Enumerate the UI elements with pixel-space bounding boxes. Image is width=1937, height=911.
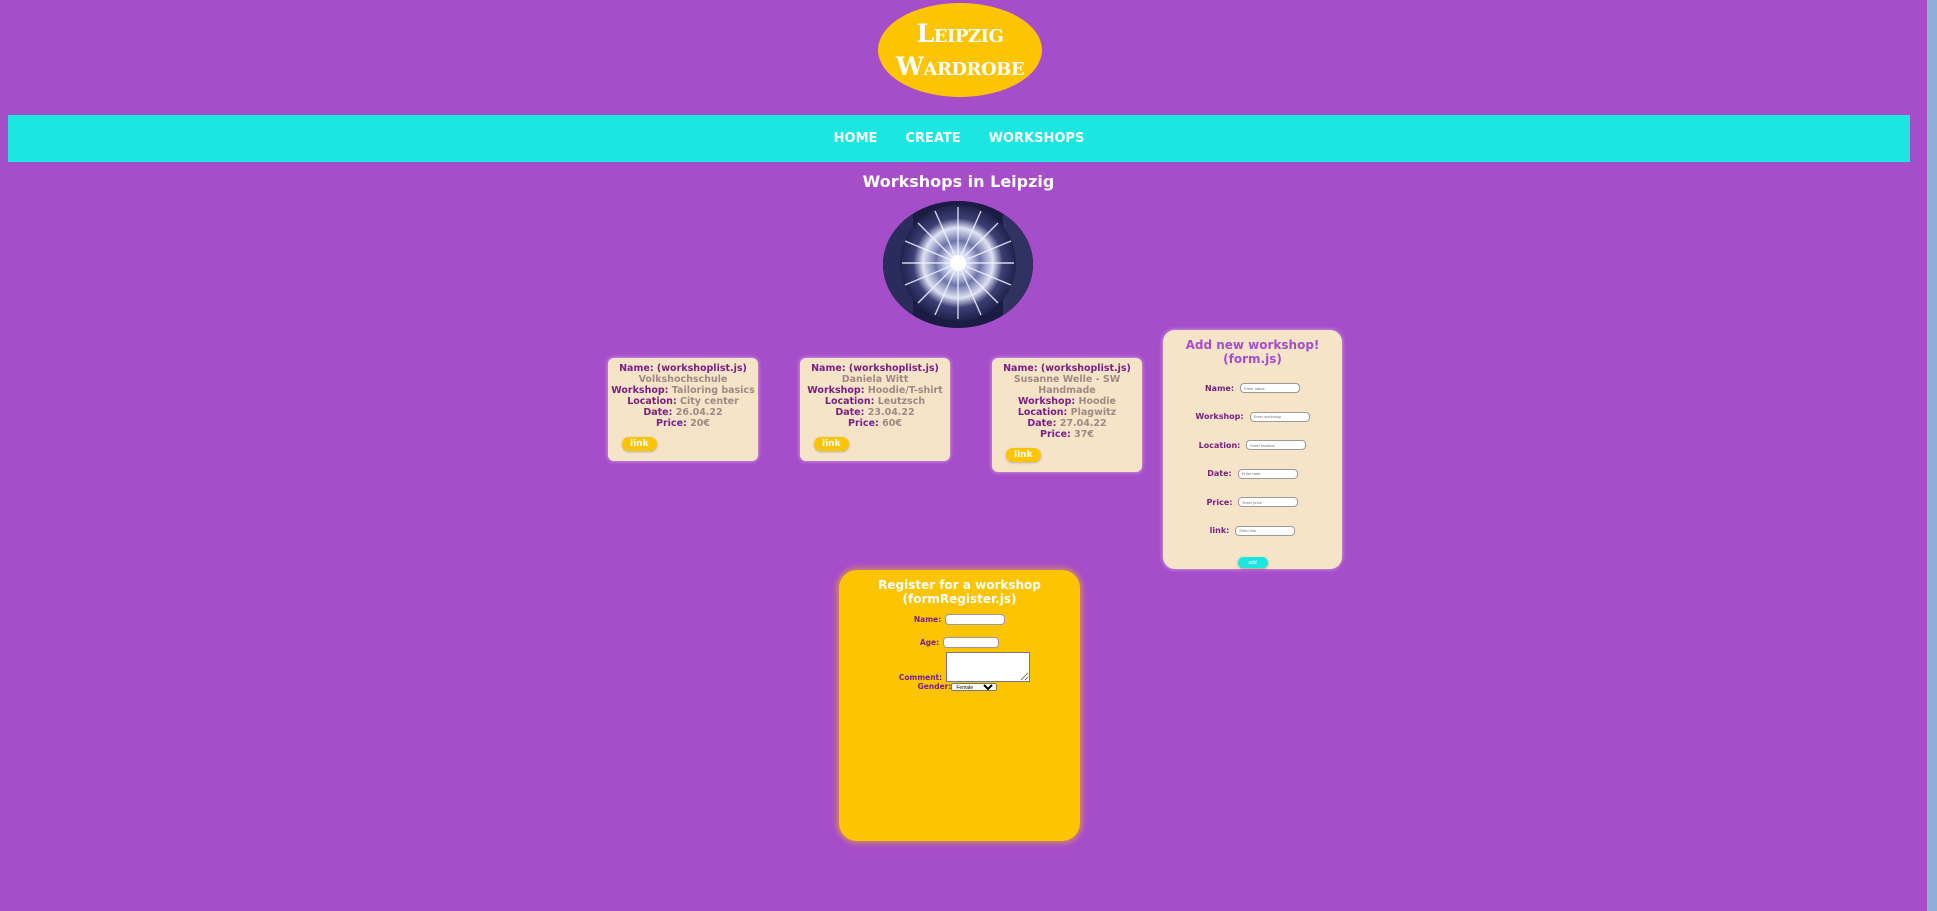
register-row-gender: Gender: Female — [839, 682, 1080, 691]
form-label-name: Name: — [1204, 383, 1235, 393]
main-navbar: HOME CREATE WORKSHOPS — [8, 115, 1910, 162]
register-gender-label: Gender: — [917, 682, 952, 691]
nav-home-link[interactable]: HOME — [832, 131, 880, 146]
form-date-input[interactable] — [1237, 468, 1298, 479]
card-name-value: Volkshochschule — [638, 374, 728, 385]
workshop-card-2: Name: (workshoplist.js) Daniela Witt Wor… — [800, 358, 950, 461]
form-name-input[interactable] — [1240, 383, 1301, 394]
register-comment-textarea[interactable] — [946, 652, 1031, 682]
logo-line-1: Leipzig — [916, 19, 1004, 48]
card-date-value: 23.04.22 — [867, 407, 915, 418]
card-link-button[interactable]: link — [1006, 448, 1041, 462]
card-price-label: Price: — [656, 418, 687, 429]
tie-dye-image — [883, 201, 1033, 328]
nav-create-link[interactable]: CREATE — [903, 131, 962, 146]
page-title: Workshops in Leipzig — [862, 172, 1055, 191]
register-row-name: Name: — [839, 614, 1080, 625]
card-location-label: Location: — [824, 396, 875, 407]
nav-workshops-link[interactable]: WORKSHOPS — [987, 131, 1087, 146]
card-date-label: Date: — [1027, 418, 1057, 429]
hero-image — [883, 201, 1033, 328]
form-row-location: Location: — [1163, 431, 1342, 460]
register-form: Register for a workshop (formRegister.js… — [839, 570, 1080, 841]
card-location-value: City center — [680, 396, 739, 407]
card-date-value: 26.04.22 — [675, 407, 723, 418]
card-price-value: 20€ — [690, 418, 710, 429]
card-price-value: 60€ — [882, 418, 902, 429]
card-link-button[interactable]: link — [622, 437, 657, 451]
logo-line-2: Wardrobe — [895, 52, 1025, 81]
register-row-comment: Comment: — [839, 652, 1080, 682]
form-link-input[interactable] — [1235, 525, 1296, 536]
register-name-label: Name: — [913, 615, 942, 624]
card-workshop-label: Workshop: — [1017, 396, 1076, 407]
form-label-workshop: Workshop: — [1195, 412, 1244, 422]
card-price-label: Price: — [1040, 429, 1071, 440]
register-age-label: Age: — [919, 638, 940, 647]
register-title-line-2: (formRegister.js) — [902, 592, 1017, 606]
form-price-input[interactable] — [1238, 497, 1299, 508]
register-age-input[interactable] — [943, 637, 1000, 648]
form-row-price: Price: — [1163, 488, 1342, 517]
form-row-link: link: — [1163, 517, 1342, 546]
add-workshop-submit-button[interactable]: add — [1237, 557, 1268, 568]
card-name-label: Name: (workshoplist.js) — [1003, 363, 1131, 374]
form-workshop-input[interactable] — [1249, 411, 1310, 422]
form-location-input[interactable] — [1246, 440, 1307, 451]
card-workshop-value: Hoodie — [1078, 396, 1117, 407]
card-name-label: Name: (workshoplist.js) — [619, 363, 747, 374]
form-row-name: Name: — [1163, 374, 1342, 403]
form-label-location: Location: — [1198, 440, 1241, 450]
add-form-title: Add new workshop! (form.js) — [1185, 338, 1320, 366]
card-workshop-label: Workshop: — [807, 385, 865, 396]
card-link-button[interactable]: link — [814, 437, 849, 451]
form-label-link: link: — [1209, 526, 1230, 536]
register-comment-label: Comment: — [898, 673, 943, 682]
card-workshop-label: Workshop: — [611, 385, 669, 396]
register-title: Register for a workshop (formRegister.js… — [839, 578, 1080, 606]
card-date-value: 27.04.22 — [1059, 418, 1107, 429]
workshop-card-3: Name: (workshoplist.js) Susanne Welle - … — [992, 358, 1142, 472]
form-row-workshop: Workshop: — [1163, 403, 1342, 432]
card-name-label: Name: (workshoplist.js) — [811, 363, 939, 374]
register-title-line-1: Register for a workshop — [878, 578, 1041, 592]
form-row-date: Date: — [1163, 460, 1342, 489]
card-price-label: Price: — [848, 418, 879, 429]
card-location-label: Location: — [627, 396, 677, 407]
card-date-label: Date: — [835, 407, 865, 418]
card-location-label: Location: — [1017, 407, 1068, 418]
workshop-card-1: Name: (workshoplist.js) Volkshochschule … — [608, 358, 758, 461]
add-workshop-form: Add new workshop! (form.js) Name: Worksh… — [1163, 330, 1342, 569]
scrollbar[interactable] — [1919, 0, 1937, 911]
site-logo[interactable]: Leipzig Wardrobe — [878, 3, 1042, 97]
card-price-value: 37€ — [1074, 429, 1094, 440]
card-name-value: Susanne Welle - SW Handmade — [1013, 374, 1121, 396]
card-workshop-value: Tailoring basics — [671, 385, 755, 396]
register-gender-select[interactable]: Female — [951, 682, 998, 691]
register-name-input[interactable] — [945, 614, 1006, 625]
form-label-price: Price: — [1206, 497, 1233, 507]
form-label-date: Date: — [1207, 469, 1232, 479]
card-name-value: Daniela Witt — [841, 374, 909, 385]
card-date-label: Date: — [643, 407, 673, 418]
card-workshop-value: Hoodie/T-shirt — [867, 385, 943, 396]
card-location-value: Plagwitz — [1070, 407, 1117, 418]
register-row-age: Age: — [839, 637, 1080, 648]
card-location-value: Leutzsch — [877, 396, 926, 407]
